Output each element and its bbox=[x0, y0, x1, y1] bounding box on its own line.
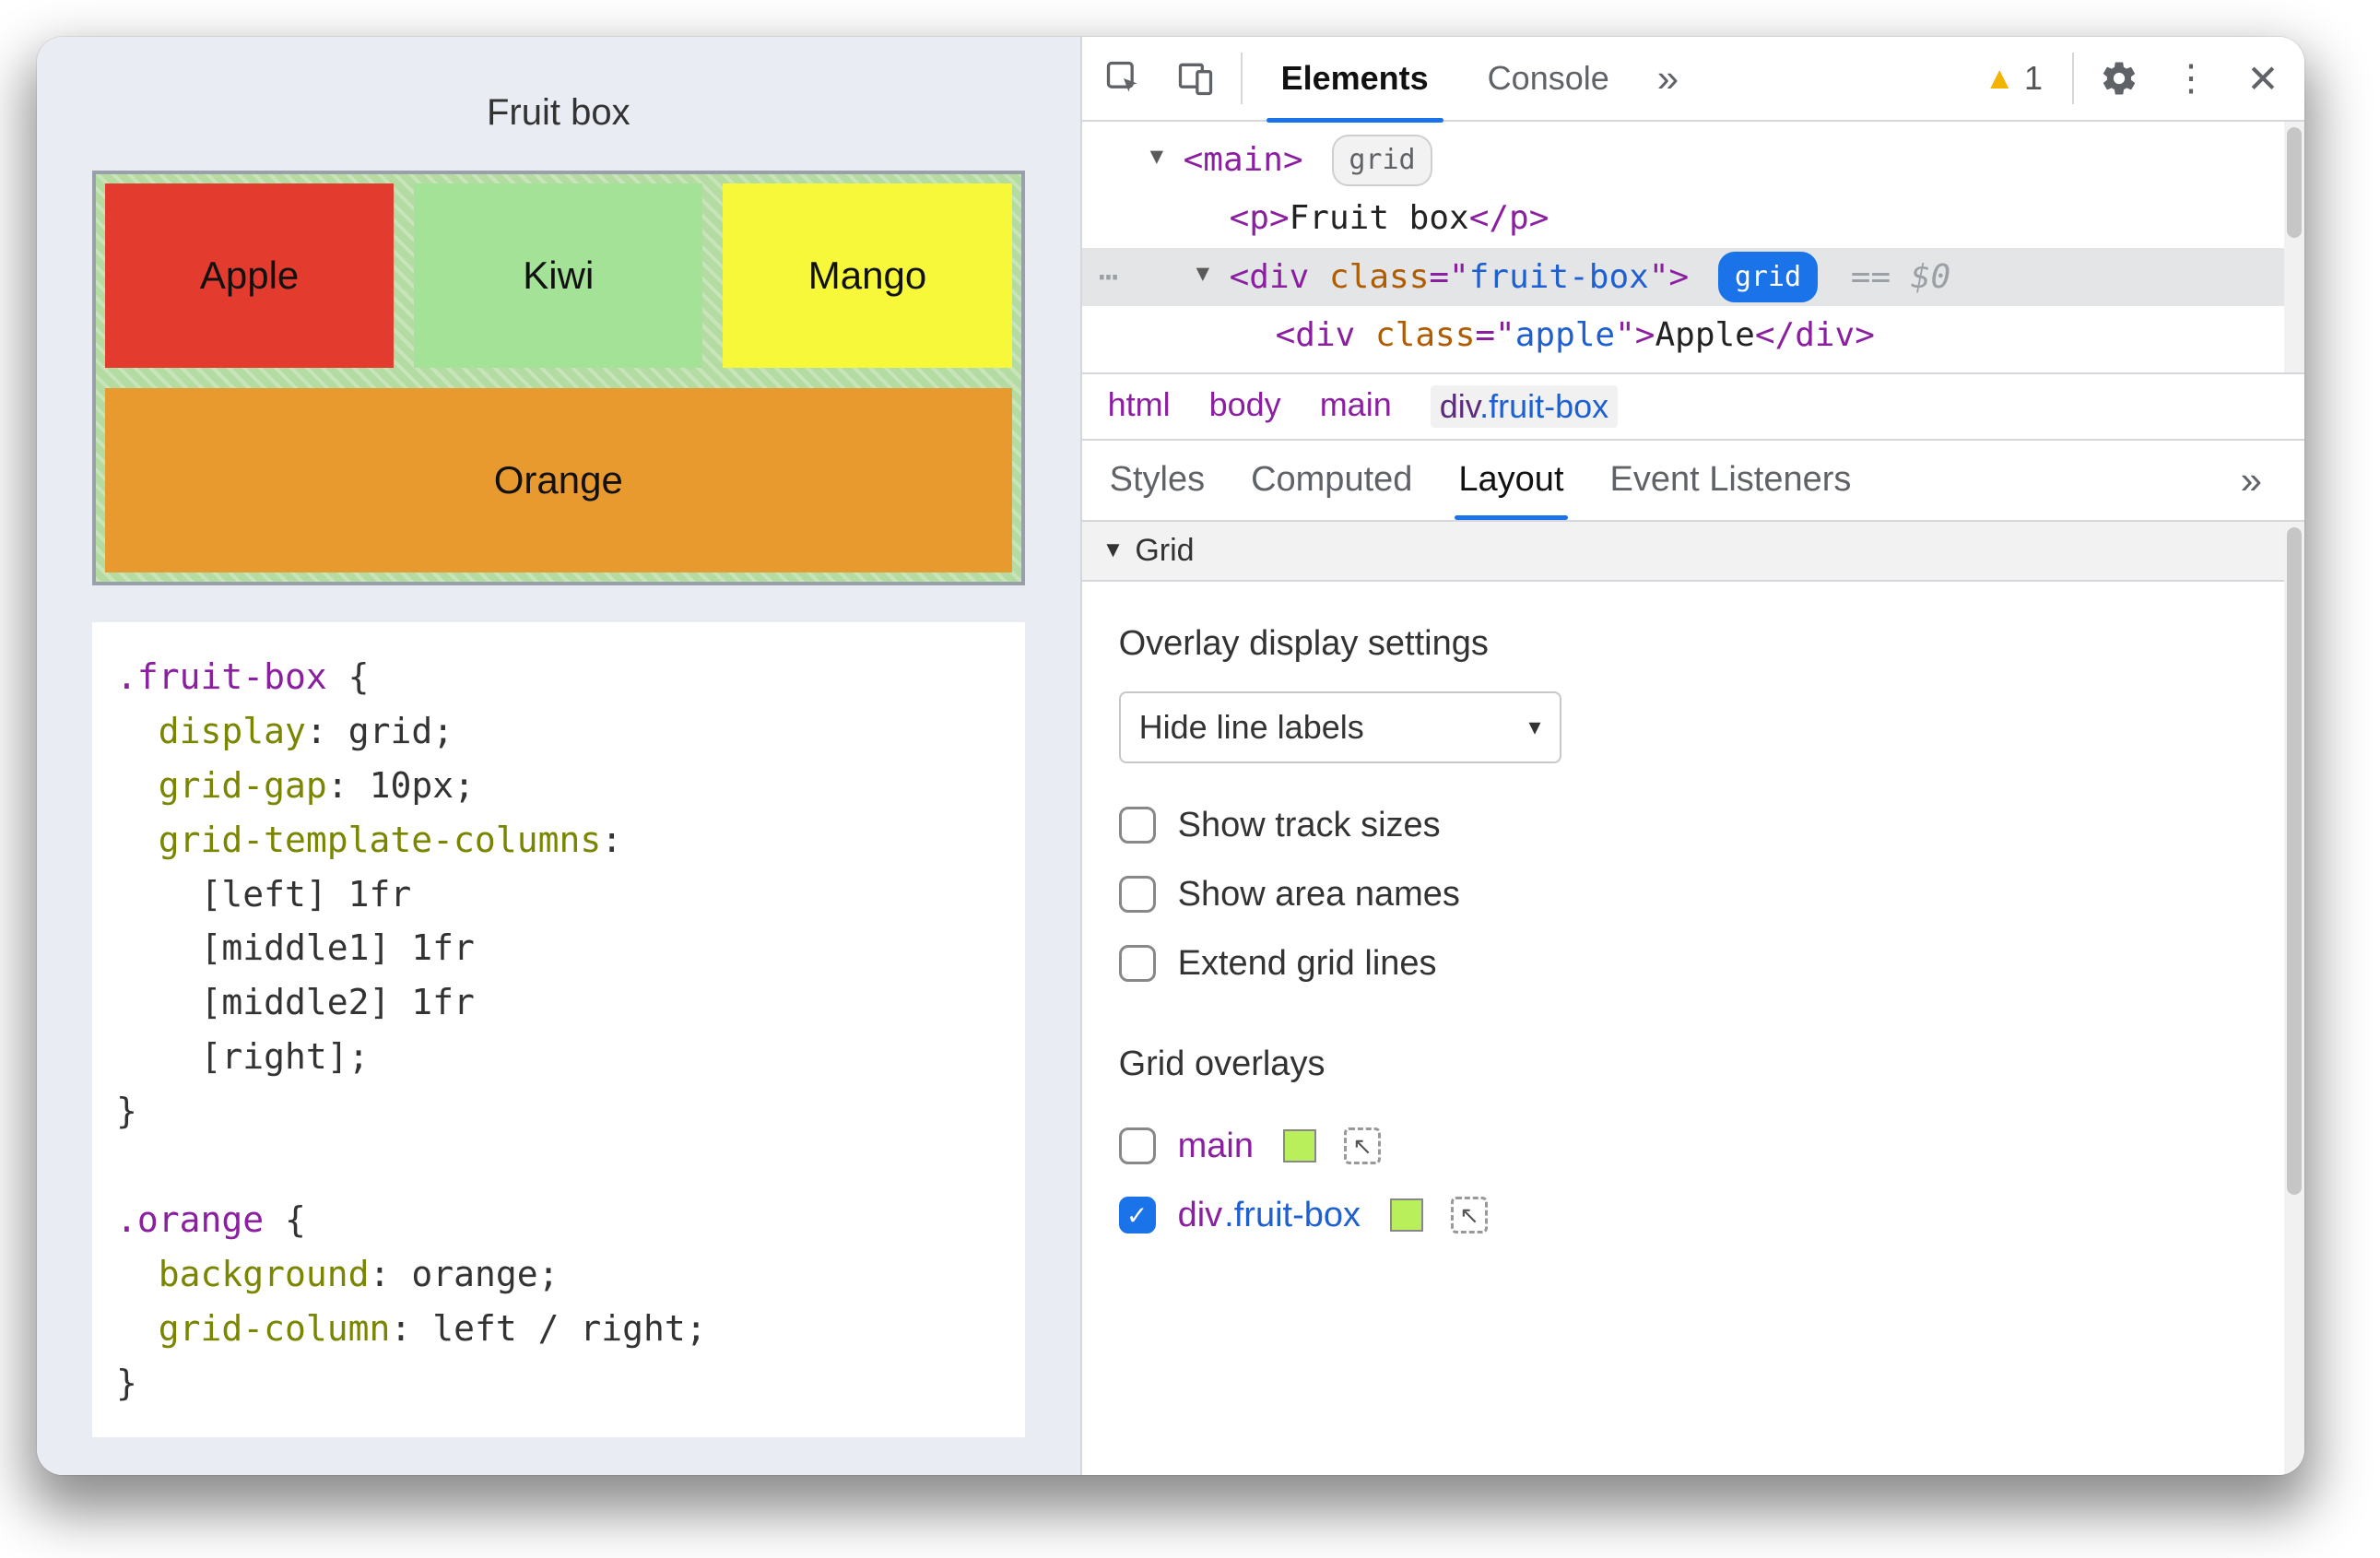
grid-section-header[interactable]: ▼ Grid bbox=[1082, 522, 2304, 582]
close-icon[interactable]: ✕ bbox=[2231, 46, 2295, 111]
dom-scrollbar[interactable] bbox=[2284, 122, 2304, 372]
page-title: Fruit box bbox=[92, 92, 1025, 134]
crumb-main[interactable]: main bbox=[1320, 385, 1392, 428]
fruit-box-grid: Apple Kiwi Mango Orange bbox=[105, 183, 1012, 572]
grid-badge[interactable]: grid bbox=[1332, 135, 1432, 186]
expand-arrow-icon[interactable]: ▼ bbox=[1196, 255, 1209, 292]
selected-node-indicator-icon: ⋯ bbox=[1099, 250, 1123, 304]
checkbox-unchecked-icon[interactable] bbox=[1119, 876, 1156, 913]
styles-subtabs: Styles Computed Layout Event Listeners » bbox=[1082, 441, 2304, 522]
overlay-label-fruit-box[interactable]: div.fruit-box bbox=[1178, 1196, 1361, 1235]
subtab-computed[interactable]: Computed bbox=[1251, 460, 1412, 500]
checkbox-unchecked-icon[interactable] bbox=[1119, 807, 1156, 844]
checkbox-checked-icon[interactable]: ✓ bbox=[1119, 1197, 1156, 1233]
fruit-cell-kiwi: Kiwi bbox=[414, 183, 702, 368]
reveal-element-icon[interactable]: ↖ bbox=[1344, 1127, 1381, 1164]
devtools-toolbar: Elements Console » ▲ 1 ⋮ ✕ bbox=[1082, 37, 2304, 122]
overlay-settings-heading: Overlay display settings bbox=[1119, 624, 2268, 664]
overlay-label-main[interactable]: main bbox=[1178, 1127, 1254, 1166]
grid-section-label: Grid bbox=[1135, 533, 1194, 569]
warning-count: 1 bbox=[2024, 59, 2043, 98]
tabs-overflow-icon[interactable]: » bbox=[1643, 56, 1693, 100]
line-labels-value: Hide line labels bbox=[1139, 708, 1364, 747]
subtab-layout[interactable]: Layout bbox=[1458, 460, 1563, 500]
warning-icon: ▲ bbox=[1984, 61, 2015, 97]
warnings-indicator[interactable]: ▲ 1 bbox=[1967, 59, 2059, 98]
toolbar-separator bbox=[2072, 53, 2074, 104]
line-labels-select[interactable]: Hide line labels ▾ bbox=[1119, 691, 1561, 763]
fruit-cell-mango: Mango bbox=[723, 183, 1011, 368]
layout-pane: ▼ Grid Overlay display settings Hide lin… bbox=[1082, 522, 2304, 1475]
show-area-names-row[interactable]: Show area names bbox=[1119, 860, 2268, 929]
extend-grid-lines-label: Extend grid lines bbox=[1178, 944, 1437, 984]
page-viewport: Fruit box Apple Kiwi Mango Orange .fruit… bbox=[37, 37, 1080, 1475]
tab-console[interactable]: Console bbox=[1462, 37, 1635, 121]
layout-scrollbar[interactable] bbox=[2284, 522, 2304, 1475]
grid-overlays-heading: Grid overlays bbox=[1119, 1045, 2268, 1084]
inspect-icon[interactable] bbox=[1091, 46, 1156, 111]
dom-node-fruit-box[interactable]: ⋯ ▼ <div class="fruit-box"> grid == $0 bbox=[1082, 248, 2304, 306]
overlay-color-swatch[interactable] bbox=[1283, 1129, 1316, 1163]
fruit-box-container: Apple Kiwi Mango Orange bbox=[92, 171, 1025, 585]
grid-badge-active[interactable]: grid bbox=[1718, 252, 1818, 303]
show-track-sizes-label: Show track sizes bbox=[1178, 806, 1441, 845]
devtools-panel: Elements Console » ▲ 1 ⋮ ✕ ▼ <main> bbox=[1080, 37, 2304, 1475]
tab-elements[interactable]: Elements bbox=[1255, 37, 1455, 121]
fruit-cell-apple: Apple bbox=[105, 183, 394, 368]
extend-grid-lines-row[interactable]: Extend grid lines bbox=[1119, 929, 2268, 998]
toolbar-separator bbox=[1241, 53, 1243, 104]
dom-node-p[interactable]: <p>Fruit box</p> bbox=[1082, 189, 2304, 247]
expand-arrow-icon[interactable]: ▼ bbox=[1150, 138, 1163, 175]
overlay-color-swatch[interactable] bbox=[1390, 1198, 1423, 1232]
css-source-block: .fruit-box { display: grid; grid-gap: 10… bbox=[92, 622, 1025, 1437]
kebab-menu-icon[interactable]: ⋮ bbox=[2159, 46, 2223, 111]
reveal-element-icon[interactable]: ↖ bbox=[1451, 1197, 1488, 1233]
overlay-row-main[interactable]: main ↖ bbox=[1119, 1112, 2268, 1181]
dom-node-main[interactable]: ▼ <main> grid bbox=[1082, 131, 2304, 189]
subtab-styles[interactable]: Styles bbox=[1110, 460, 1205, 500]
crumb-html[interactable]: html bbox=[1108, 385, 1171, 428]
fruit-cell-orange: Orange bbox=[105, 388, 1012, 572]
checkbox-unchecked-icon[interactable] bbox=[1119, 945, 1156, 982]
dom-breadcrumb[interactable]: html body main div.fruit-box bbox=[1082, 372, 2304, 441]
crumb-body[interactable]: body bbox=[1209, 385, 1281, 428]
overlay-row-fruit-box[interactable]: ✓ div.fruit-box ↖ bbox=[1119, 1181, 2268, 1250]
devtools-window: Fruit box Apple Kiwi Mango Orange .fruit… bbox=[37, 37, 2304, 1475]
dollar-zero-indicator: == $0 bbox=[1851, 258, 1950, 296]
subtabs-overflow-icon[interactable]: » bbox=[2226, 458, 2277, 502]
show-track-sizes-row[interactable]: Show track sizes bbox=[1119, 791, 2268, 860]
crumb-fruit-box[interactable]: div.fruit-box bbox=[1431, 385, 1618, 428]
device-toggle-icon[interactable] bbox=[1163, 46, 1228, 111]
settings-icon[interactable] bbox=[2087, 46, 2151, 111]
chevron-down-icon: ▾ bbox=[1529, 713, 1541, 741]
section-expand-icon: ▼ bbox=[1102, 537, 1125, 563]
show-area-names-label: Show area names bbox=[1178, 875, 1460, 915]
checkbox-unchecked-icon[interactable] bbox=[1119, 1127, 1156, 1164]
dom-tree[interactable]: ▼ <main> grid <p>Fruit box</p> ⋯ ▼ <div … bbox=[1082, 122, 2304, 372]
subtab-event-listeners[interactable]: Event Listeners bbox=[1610, 460, 1852, 500]
dom-node-apple[interactable]: <div class="apple">Apple</div> bbox=[1082, 306, 2304, 364]
